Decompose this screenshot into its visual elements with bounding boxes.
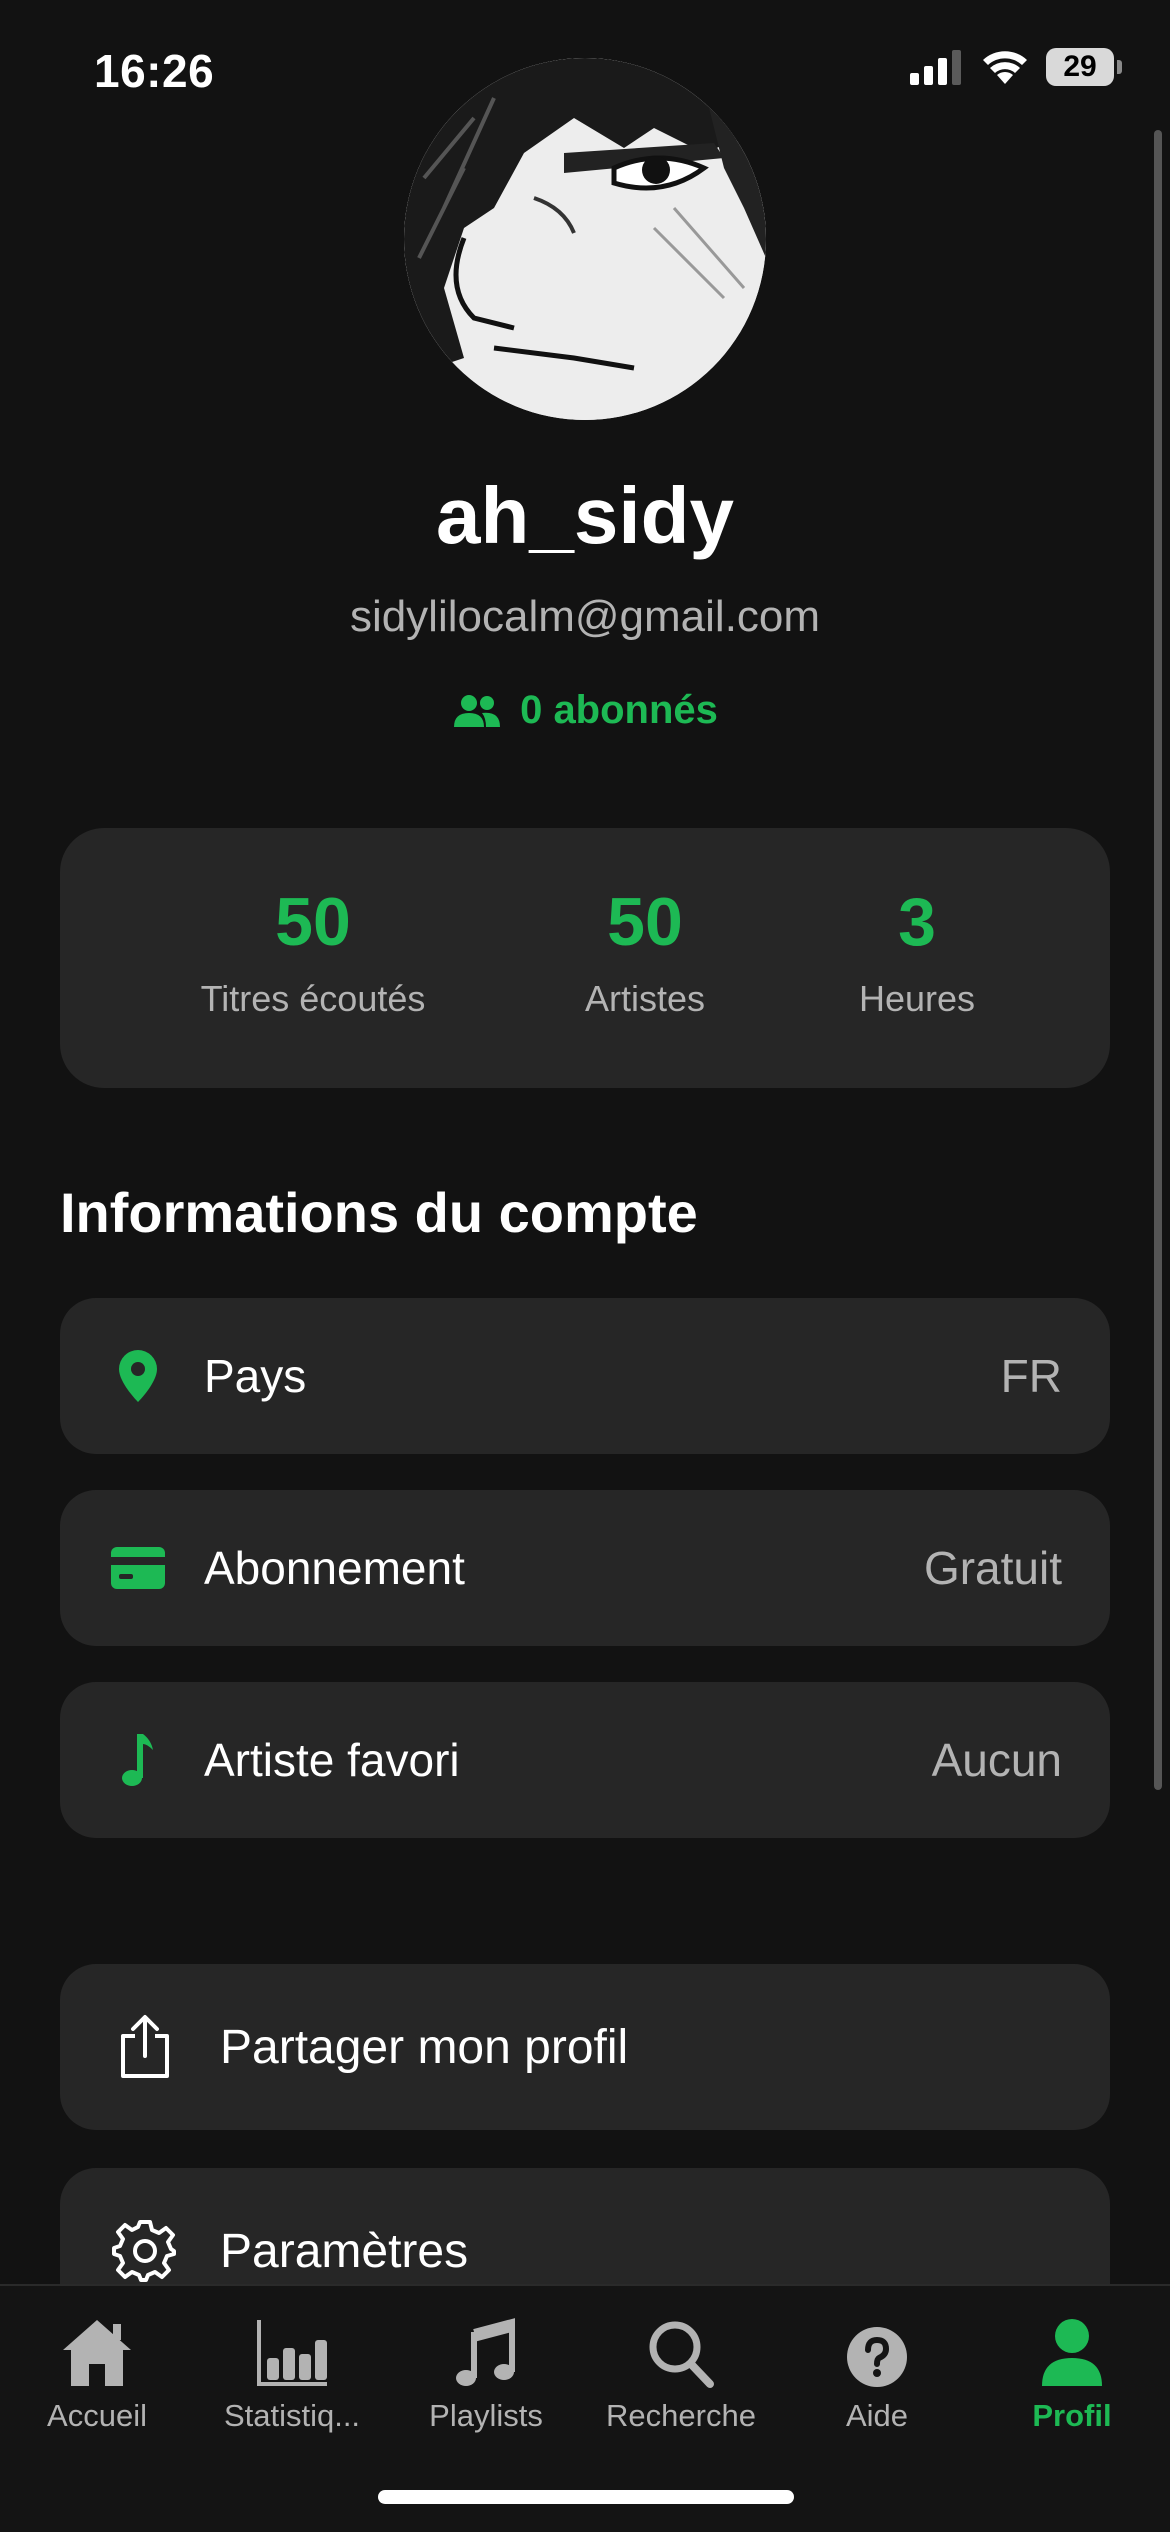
profile-screen: 16:26 29 ah_sidy sidylilocalm@gmail.com …	[0, 0, 1170, 2532]
stats-card: 50 Titres écoutés 50 Artistes 3 Heures	[60, 828, 1110, 1088]
battery-icon: 29	[1046, 48, 1122, 86]
tab-label: Statistiq...	[223, 2398, 361, 2433]
status-icons: 29	[910, 48, 1122, 86]
stat-value: 50	[607, 884, 683, 960]
avatar[interactable]	[404, 58, 766, 420]
info-row-subscription[interactable]: Abonnement Gratuit	[60, 1490, 1110, 1646]
stat-value: 3	[898, 884, 936, 960]
stat-label: Titres écoutés	[200, 978, 426, 1019]
gear-icon	[110, 2216, 180, 2286]
location-pin-icon	[108, 1346, 168, 1406]
stat-tracks: 50 Titres écoutés	[201, 888, 426, 1020]
search-icon	[586, 2306, 776, 2388]
tab-accueil[interactable]: Accueil	[2, 2306, 192, 2434]
scroll-indicator[interactable]	[1154, 130, 1162, 1790]
followers-count: 0 abonnés	[520, 688, 718, 732]
tab-statistiques[interactable]: Statistiq...	[197, 2306, 387, 2434]
section-title: Informations du compte	[60, 1181, 698, 1244]
tab-playlists[interactable]: Playlists	[391, 2306, 581, 2434]
tab-recherche[interactable]: Recherche	[586, 2306, 776, 2434]
credit-card-icon	[108, 1538, 168, 1598]
stat-artists: 50 Artistes	[585, 888, 705, 1020]
avatar-image	[404, 58, 766, 420]
share-profile-button[interactable]: Partager mon profil	[60, 1964, 1110, 2130]
followers-link[interactable]: 0 abonnés	[0, 688, 1170, 733]
stat-value: 50	[275, 884, 351, 960]
help-icon	[782, 2306, 972, 2388]
tab-profil[interactable]: Profil	[977, 2306, 1167, 2434]
music-notes-icon	[391, 2306, 581, 2388]
status-time: 16:26	[94, 45, 215, 97]
home-indicator[interactable]	[378, 2490, 794, 2504]
stat-label: Heures	[858, 978, 976, 1019]
wifi-icon	[983, 51, 1027, 84]
profile-icon	[977, 2306, 1167, 2388]
tab-label: Accueil	[47, 2398, 147, 2433]
email: sidylilocalm@gmail.com	[349, 592, 821, 641]
info-label: Abonnement	[204, 1542, 465, 1594]
bar-chart-icon	[197, 2306, 387, 2388]
home-icon	[2, 2306, 192, 2388]
stat-hours: 3 Heures	[859, 888, 975, 1020]
tab-label: Recherche	[606, 2398, 756, 2433]
info-label: Pays	[204, 1350, 307, 1402]
action-label: Paramètres	[220, 2224, 469, 2278]
share-icon	[110, 2012, 180, 2082]
people-icon	[454, 694, 501, 727]
action-label: Partager mon profil	[220, 2020, 629, 2074]
tab-aide[interactable]: Aide	[782, 2306, 972, 2434]
info-row-favorite-artist[interactable]: Artiste favori Aucun	[60, 1682, 1110, 1838]
info-value: Gratuit	[923, 1542, 1062, 1594]
info-value: FR	[1000, 1350, 1062, 1402]
signal-icon	[910, 50, 961, 85]
stat-label: Artistes	[584, 978, 706, 1019]
username: ah_sidy	[436, 471, 734, 560]
tab-label: Aide	[845, 2398, 909, 2433]
info-row-country[interactable]: Pays FR	[60, 1298, 1110, 1454]
info-label: Artiste favori	[204, 1734, 460, 1786]
info-value: Aucun	[931, 1734, 1062, 1786]
tab-label: Profil	[1032, 2398, 1112, 2433]
tab-label: Playlists	[429, 2398, 543, 2433]
music-note-icon	[108, 1730, 168, 1790]
